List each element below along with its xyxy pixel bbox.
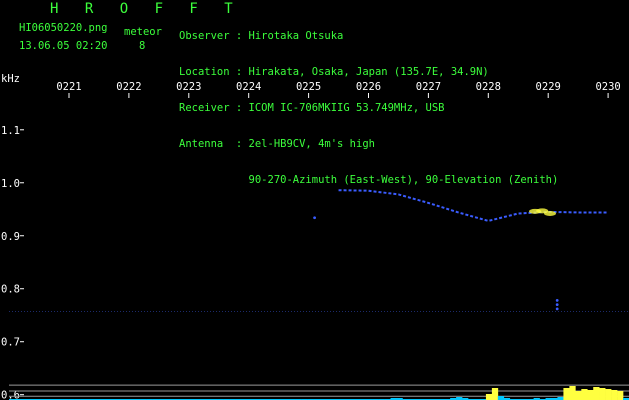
floor-activity-bar [497, 396, 505, 400]
x-tick-label: 0225 [296, 81, 321, 93]
y-axis-label: kHz [1, 73, 20, 85]
x-tick-label: 0229 [536, 81, 561, 93]
x-tick-label: 0228 [476, 81, 501, 93]
echo-hot-spot [536, 208, 549, 214]
echo-dot [555, 307, 559, 311]
floor-activity-bar [569, 386, 576, 400]
echo-dot [555, 303, 559, 307]
floor-activity-bar [575, 391, 582, 400]
x-tick-label: 0224 [236, 81, 261, 93]
y-tick-label: 0.8 [1, 284, 20, 296]
floor-activity-bar [563, 388, 570, 400]
x-tick-label: 0226 [356, 81, 381, 93]
floor-activity-bar [593, 387, 600, 400]
y-tick-label: 1.0 [1, 178, 20, 190]
floor-activity-bar [605, 389, 612, 400]
x-tick-label: 0227 [416, 81, 441, 93]
echo-dot [313, 216, 316, 220]
floor-activity-bar [611, 390, 618, 400]
y-tick-label: 1.1 [1, 125, 20, 137]
spectrogram-plot: kHz 0221 0222 0223 0224 0225 0226 0227 0228 0229 0… [1, 73, 629, 400]
floor-activity-bar [599, 388, 606, 400]
x-tick-label: 0223 [176, 81, 201, 93]
y-tick-label: 0.7 [1, 337, 20, 349]
x-tick-label: 0221 [56, 81, 81, 93]
floor-activity-bar [491, 388, 499, 400]
echo-track [338, 189, 609, 222]
x-tick-label: 0230 [595, 81, 620, 93]
floor-activity-bar [617, 391, 624, 400]
y-tick-label: 0.9 [1, 231, 20, 243]
echo-dot [555, 298, 559, 302]
x-tick-label: 0222 [116, 81, 141, 93]
floor-activity-bar [587, 390, 594, 400]
floor-activity-bar [485, 394, 493, 400]
floor-activity-bar [581, 389, 588, 400]
